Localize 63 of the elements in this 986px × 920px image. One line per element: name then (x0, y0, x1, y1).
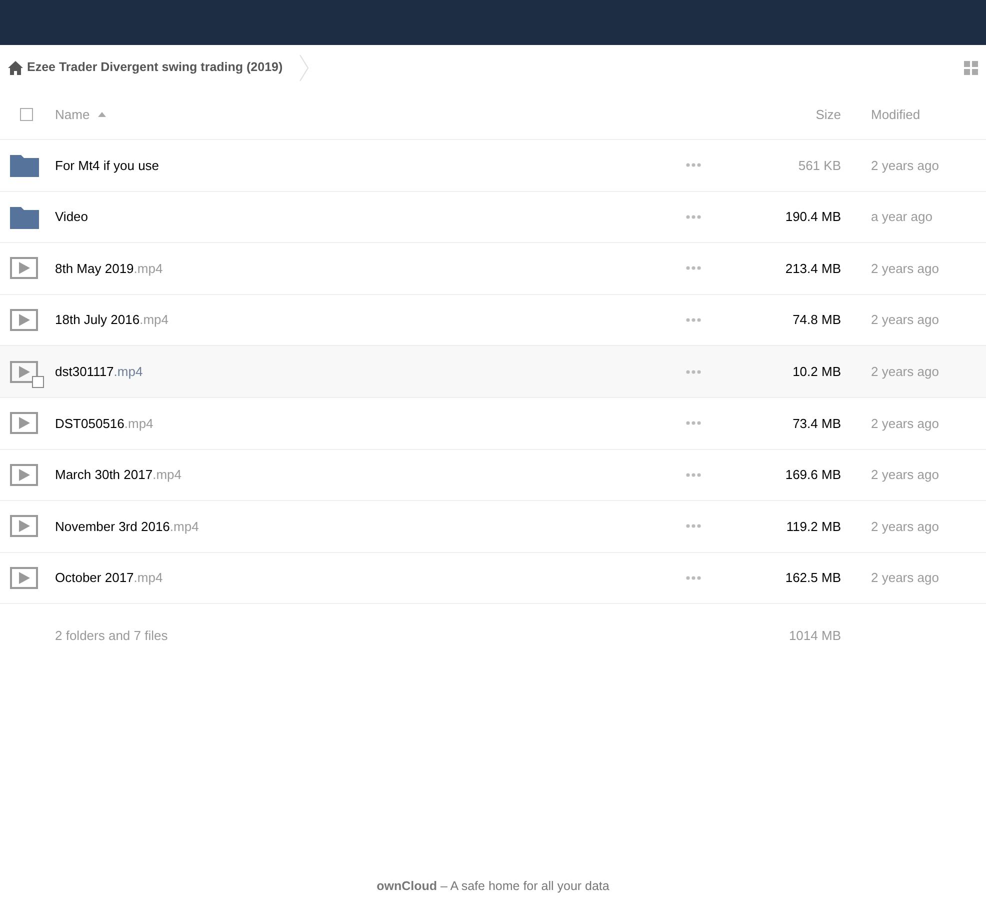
folder-icon (10, 153, 39, 178)
modified-date: a year ago (871, 209, 932, 224)
file-count-summary: 2 folders and 7 files (55, 628, 168, 643)
file-name[interactable]: 18th July 2016.mp4 (55, 312, 168, 328)
file-name[interactable]: October 2017.mp4 (55, 570, 163, 586)
modified-date: 2 years ago (871, 467, 939, 482)
file-size: 74.8 MB (792, 312, 841, 328)
file-row[interactable]: Video 190.4 MB a year ago (0, 192, 986, 244)
file-name[interactable]: 8th May 2019.mp4 (55, 260, 163, 276)
file-row[interactable]: March 30th 2017.mp4 169.6 MB 2 years ago (0, 450, 986, 502)
breadcrumb-separator-icon (298, 54, 309, 80)
footer-text: ownCloud – A safe home for all your data (376, 879, 610, 894)
select-all-checkbox[interactable] (20, 108, 33, 121)
row-checkbox[interactable] (32, 376, 44, 388)
file-name[interactable]: DST050516.mp4 (55, 416, 154, 431)
file-size: 162.5 MB (785, 570, 841, 586)
file-name[interactable]: Video (55, 209, 88, 224)
modified-date: 2 years ago (871, 416, 939, 431)
modified-date: 2 years ago (871, 364, 939, 379)
video-file-icon (10, 462, 39, 487)
more-actions-icon[interactable] (686, 370, 701, 374)
video-file-icon (10, 308, 39, 332)
more-actions-icon[interactable] (686, 524, 701, 528)
file-name[interactable]: March 30th 2017.mp4 (55, 467, 182, 482)
file-row[interactable]: For Mt4 if you use 561 KB 2 years ago (0, 140, 986, 192)
more-actions-icon[interactable] (686, 472, 701, 477)
video-file-icon (10, 360, 39, 384)
file-row[interactable]: 8th May 2019.mp4 213.4 MB 2 years ago (0, 243, 986, 295)
grid-view-icon[interactable] (964, 60, 978, 74)
file-size: 73.4 MB (792, 416, 841, 431)
file-size: 190.4 MB (785, 209, 841, 224)
more-actions-icon[interactable] (686, 318, 701, 322)
file-size: 169.6 MB (785, 467, 841, 482)
file-size: 213.4 MB (785, 260, 841, 276)
home-icon[interactable] (8, 60, 23, 74)
breadcrumb-link[interactable]: Ezee Trader Divergent swing trading (2019) (27, 58, 283, 77)
video-file-icon (10, 256, 39, 280)
file-name[interactable]: November 3rd 2016.mp4 (55, 518, 199, 534)
more-actions-icon[interactable] (686, 421, 701, 426)
more-actions-icon[interactable] (686, 163, 701, 168)
sort-ascending-icon (98, 112, 106, 117)
video-file-icon (10, 411, 39, 436)
video-file-icon (10, 514, 39, 538)
modified-date: 2 years ago (871, 158, 939, 173)
file-name[interactable]: For Mt4 if you use (55, 158, 160, 173)
more-actions-icon[interactable] (686, 266, 701, 270)
modified-date: 2 years ago (871, 570, 939, 586)
video-file-icon (10, 566, 39, 590)
folder-icon (10, 204, 39, 229)
total-size: 1014 MB (788, 628, 841, 643)
file-row[interactable]: October 2017.mp4 162.5 MB 2 years ago (0, 552, 986, 604)
file-size: 10.2 MB (792, 364, 841, 379)
modified-date: 2 years ago (871, 518, 939, 534)
file-size: 561 KB (798, 158, 841, 173)
file-row[interactable]: DST050516.mp4 73.4 MB 2 years ago (0, 398, 986, 450)
file-row[interactable]: November 3rd 2016.mp4 119.2 MB 2 years ago (0, 501, 986, 553)
file-name[interactable]: dst301117.mp4 (55, 364, 143, 379)
modified-date: 2 years ago (871, 260, 939, 276)
more-actions-icon[interactable] (686, 576, 701, 580)
modified-date: 2 years ago (871, 312, 939, 328)
file-row[interactable]: dst301117.mp4 10.2 MB 2 years ago (0, 346, 986, 398)
more-actions-icon[interactable] (686, 214, 701, 219)
file-size: 119.2 MB (786, 518, 841, 534)
